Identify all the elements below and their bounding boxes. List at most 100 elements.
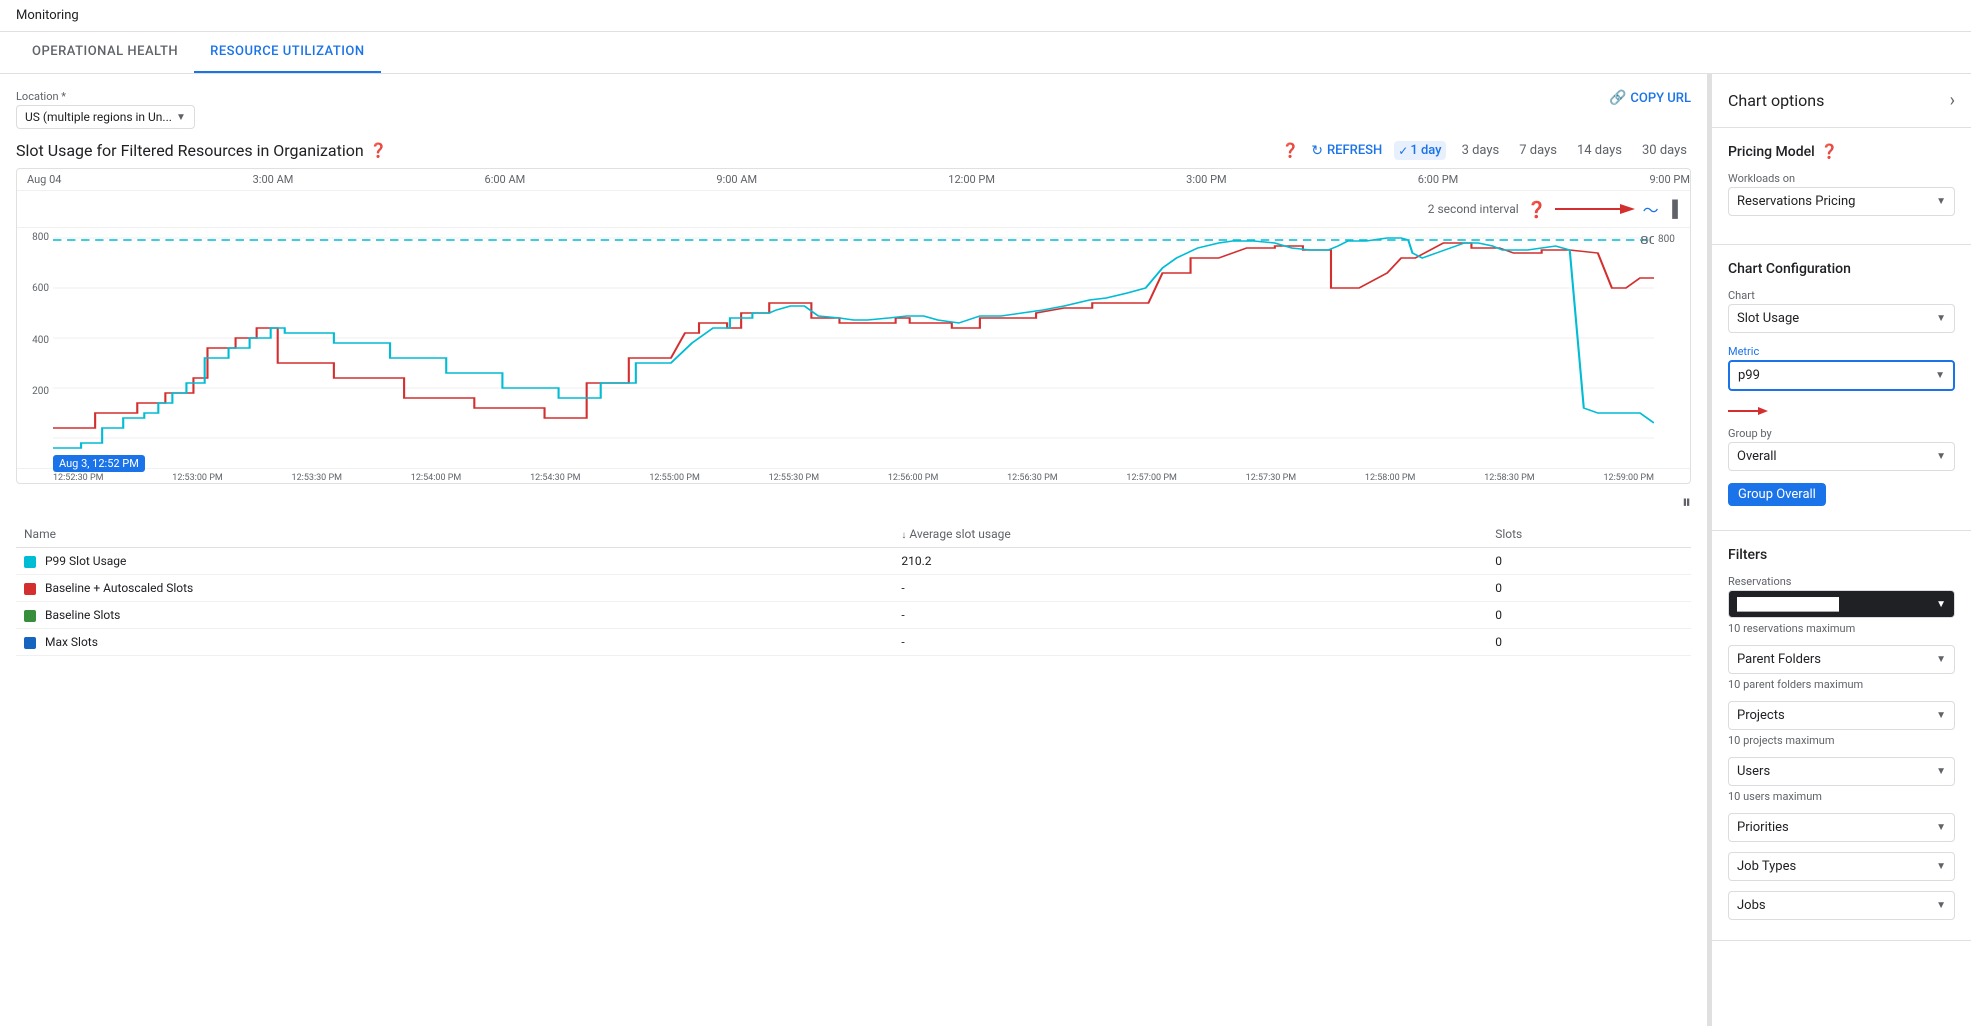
ts-10: 12:57:30 PM [1246, 473, 1296, 483]
chart-select-dropdown[interactable]: Slot Usage ▼ [1728, 304, 1955, 333]
ts-12: 12:58:30 PM [1484, 473, 1534, 483]
close-panel-icon[interactable]: › [1950, 90, 1955, 111]
date-badge: Aug 3, 12:52 PM [53, 455, 145, 472]
metric-chevron-icon: ▼ [1935, 370, 1945, 381]
metric-dropdown[interactable]: p99 ▼ [1728, 360, 1955, 391]
y-label-600: 600 [32, 283, 49, 294]
interval-help-icon[interactable]: ❓ [1527, 200, 1547, 219]
chart-config-section: Chart Configuration Chart Slot Usage ▼ M… [1712, 245, 1971, 531]
ts-8: 12:56:30 PM [1007, 473, 1057, 483]
bar-chart-icon[interactable]: ▐ [1667, 199, 1678, 219]
chart-container: Aug 04 3:00 AM 6:00 AM 9:00 AM 12:00 PM … [16, 168, 1691, 484]
group-by-dropdown[interactable]: Overall ▼ [1728, 442, 1955, 471]
x-label-6: 6:00 PM [1418, 173, 1458, 186]
ts-4: 12:54:30 PM [530, 473, 580, 483]
chart-svg: 800 [53, 228, 1654, 468]
chart-config-title: Chart Configuration [1728, 261, 1955, 277]
users-max: 10 users maximum [1728, 790, 1955, 803]
priorities-filter[interactable]: Priorities ▼ [1728, 813, 1955, 842]
projects-max: 10 projects maximum [1728, 734, 1955, 747]
ts-3: 12:54:00 PM [411, 473, 461, 483]
cyan-line [53, 238, 1654, 448]
legend-row-2-avg: - [893, 602, 1487, 629]
table-row: Max Slots - 0 [16, 629, 1691, 656]
ts-11: 12:58:00 PM [1365, 473, 1415, 483]
chart-controls: ❓ ↻ REFRESH ✓ 1 day 3 days 7 days 14 day… [1282, 141, 1691, 160]
parent-folders-chevron-icon: ▼ [1936, 654, 1946, 665]
y-label-800: 800 [32, 232, 49, 243]
legend-row-0-slots: 0 [1487, 548, 1691, 575]
annotation-arrow [1555, 199, 1635, 219]
ts-2: 12:53:30 PM [292, 473, 342, 483]
chart-help-icon[interactable]: ❓ [1282, 143, 1299, 159]
job-types-chevron-icon: ▼ [1936, 861, 1946, 872]
day-btn-7[interactable]: 7 days [1515, 141, 1561, 160]
x-axis-top: Aug 04 3:00 AM 6:00 AM 9:00 AM 12:00 PM … [17, 169, 1690, 191]
priorities-chevron-icon: ▼ [1936, 822, 1946, 833]
projects-group: Projects ▼ 10 projects maximum [1728, 701, 1955, 747]
reservations-chevron-icon: ▼ [1936, 599, 1946, 610]
legend-table: Name ↓ Average slot usage Slots P99 Slot [16, 521, 1691, 656]
legend-row-1-avg: - [893, 575, 1487, 602]
parent-folders-max: 10 parent folders maximum [1728, 678, 1955, 691]
metric-arrow [1728, 403, 1768, 419]
chart-title: Slot Usage for Filtered Resources in Org… [16, 141, 364, 160]
refresh-button[interactable]: ↻ REFRESH [1311, 143, 1382, 159]
x-label-4: 12:00 PM [948, 173, 995, 186]
copy-url-button[interactable]: 🔗 COPY URL [1609, 90, 1691, 106]
day-btn-30[interactable]: 30 days [1638, 141, 1691, 160]
x-label-7: 9:00 PM [1649, 173, 1689, 186]
y-label-400: 400 [32, 335, 49, 346]
check-icon: ✓ [1398, 144, 1408, 158]
day-btn-14[interactable]: 14 days [1573, 141, 1626, 160]
job-types-filter[interactable]: Job Types ▼ [1728, 852, 1955, 881]
jobs-filter[interactable]: Jobs ▼ [1728, 891, 1955, 920]
pricing-model-title: Pricing Model ❓ [1728, 144, 1955, 160]
location-label: Location * [16, 90, 195, 103]
refresh-icon: ↻ [1311, 143, 1323, 159]
filters-section: Filters Reservations ████████████ ▼ 10 r… [1712, 531, 1971, 941]
users-filter[interactable]: Users ▼ [1728, 757, 1955, 786]
day-btn-3[interactable]: 3 days [1458, 141, 1504, 160]
x-label-1: 3:00 AM [253, 173, 294, 186]
tab-operational-health[interactable]: OPERATIONAL HEALTH [16, 32, 194, 73]
job-types-group: Job Types ▼ [1728, 852, 1955, 881]
line-chart-icon[interactable]: 〜 [1643, 197, 1659, 221]
right-panel-title: Chart options › [1712, 74, 1971, 128]
reservations-filter[interactable]: ████████████ ▼ [1728, 590, 1955, 618]
x-label-0: Aug 04 [27, 173, 61, 186]
parent-folders-filter[interactable]: Parent Folders ▼ [1728, 645, 1955, 674]
left-panel: Location * US (multiple regions in Un...… [0, 74, 1707, 1026]
sort-icon: ↓ [901, 530, 906, 541]
y-label-200: 200 [32, 386, 49, 397]
pause-icon[interactable]: ⏸ [1682, 492, 1691, 513]
pause-row: ⏸ [16, 492, 1691, 513]
pricing-help-icon[interactable]: ❓ [1821, 144, 1838, 160]
projects-chevron-icon: ▼ [1936, 710, 1946, 721]
table-row: Baseline + Autoscaled Slots - 0 [16, 575, 1691, 602]
legend-row-3-avg: - [893, 629, 1487, 656]
x-label-3: 9:00 AM [716, 173, 757, 186]
ts-5: 12:55:00 PM [649, 473, 699, 483]
top-bar: Monitoring [0, 0, 1971, 32]
ts-1: 12:53:00 PM [172, 473, 222, 483]
workloads-value: Reservations Pricing [1737, 194, 1855, 209]
col-avg-slot: ↓ Average slot usage [893, 521, 1487, 548]
projects-filter[interactable]: Projects ▼ [1728, 701, 1955, 730]
reservations-max: 10 reservations maximum [1728, 622, 1955, 635]
filters-title: Filters [1728, 547, 1955, 563]
chart-select-chevron-icon: ▼ [1936, 313, 1946, 324]
chart-header: Slot Usage for Filtered Resources in Org… [16, 141, 1691, 160]
legend-row-3-name: Max Slots [16, 629, 893, 656]
chart-title-help-icon[interactable]: ❓ [370, 143, 387, 159]
workloads-chevron-icon: ▼ [1936, 196, 1946, 207]
x-axis-bottom: Aug 3, 12:52 PM 12:52:30 PM 12:53:00 PM … [17, 468, 1690, 483]
group-by-value: Overall [1737, 449, 1777, 464]
workloads-dropdown[interactable]: Reservations Pricing ▼ [1728, 187, 1955, 216]
tab-resource-utilization[interactable]: RESOURCE UTILIZATION [194, 32, 380, 73]
day-btn-1[interactable]: ✓ 1 day [1394, 141, 1445, 160]
legend-color-2 [24, 610, 36, 622]
location-dropdown[interactable]: US (multiple regions in Un... ▼ [16, 105, 195, 129]
ts-6: 12:55:30 PM [769, 473, 819, 483]
reservations-filled-value: ████████████ [1737, 597, 1839, 611]
